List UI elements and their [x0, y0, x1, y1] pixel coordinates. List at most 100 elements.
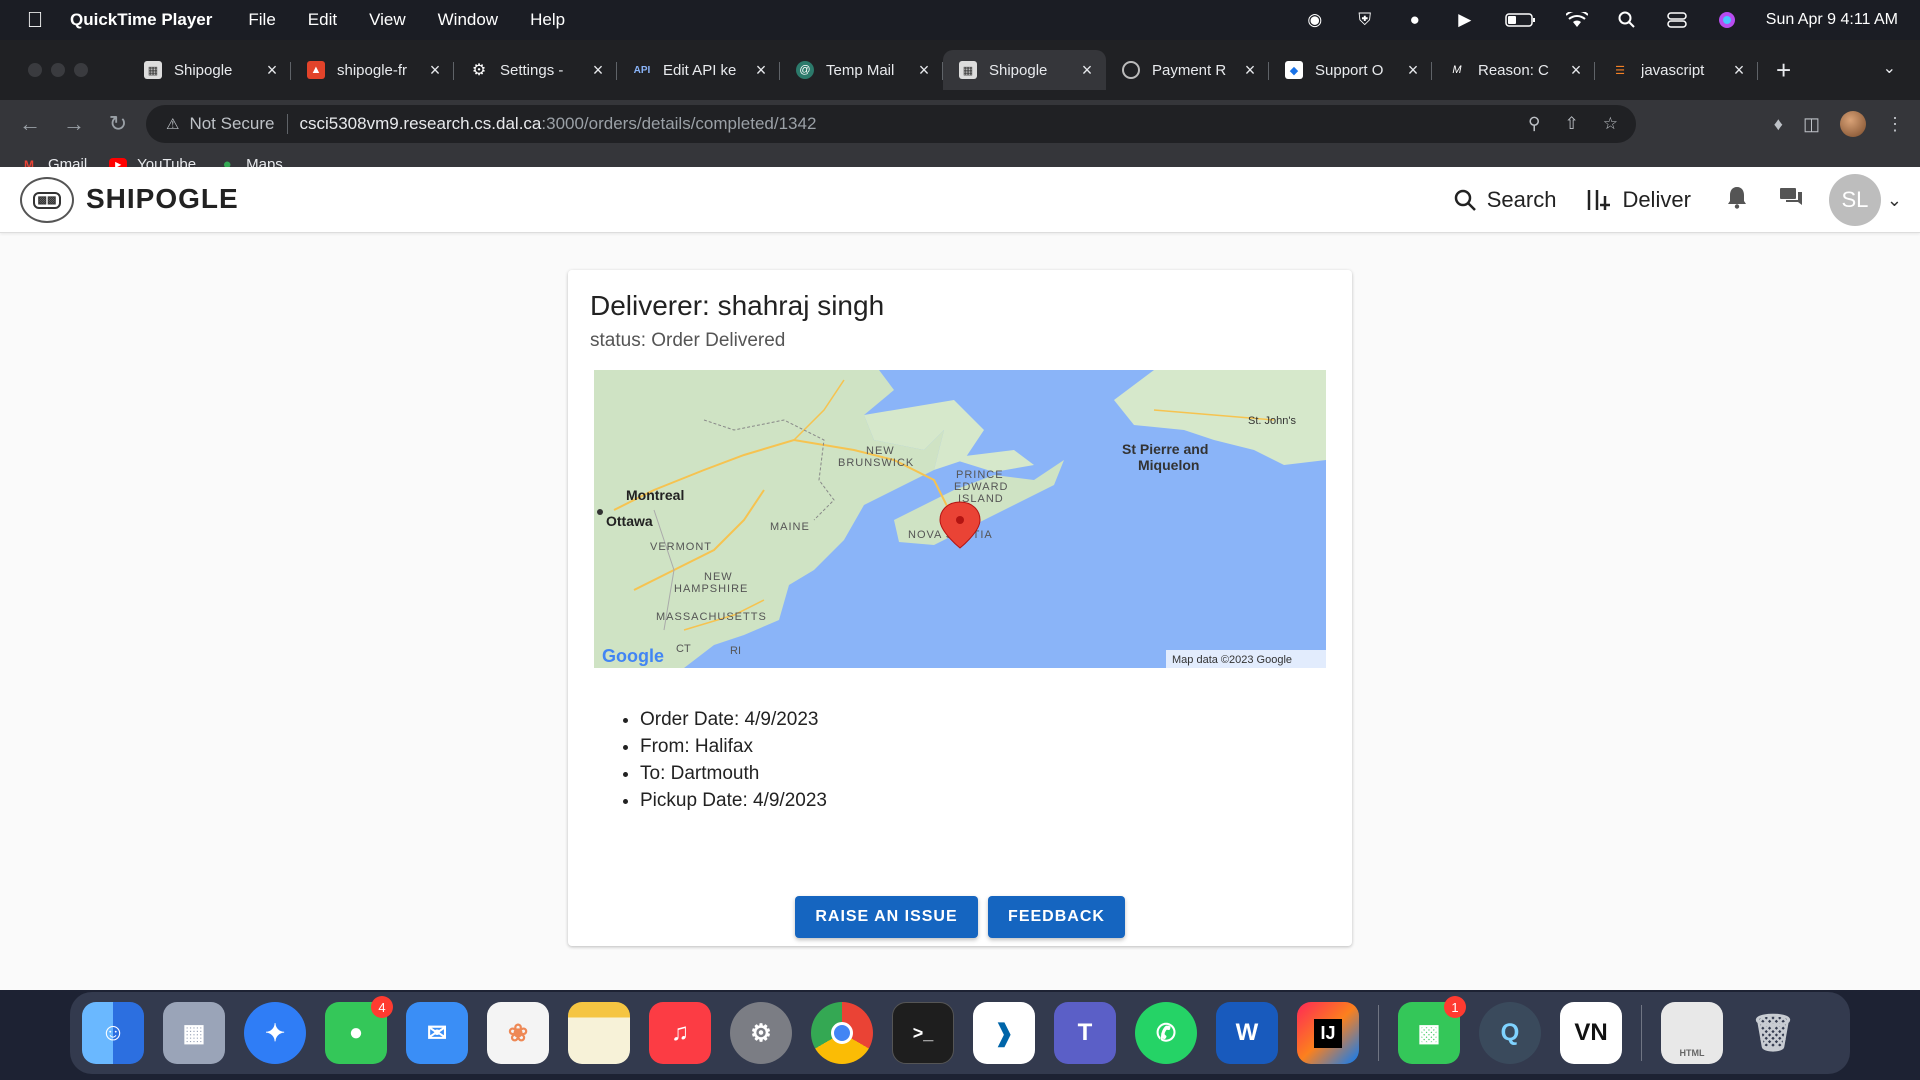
map-attribution[interactable]: Map data ©2023 Google: [1172, 654, 1292, 666]
address-bar[interactable]: ⚠ Not Secure csci5308vm9.research.cs.dal…: [146, 105, 1636, 143]
forward-arrow-icon[interactable]: →: [54, 111, 94, 137]
menu-help[interactable]: Help: [530, 10, 565, 30]
dock-system-settings[interactable]: ⚙: [730, 1002, 792, 1064]
siri-icon[interactable]: [1716, 11, 1738, 29]
dock-photos[interactable]: ❀: [487, 1002, 549, 1064]
gitlab-favicon-icon: ▲: [307, 61, 325, 79]
dock-intellij[interactable]: IJ: [1297, 1002, 1359, 1064]
tab-reason[interactable]: M Reason: C ×: [1432, 50, 1595, 90]
close-tab-icon[interactable]: ×: [752, 60, 770, 81]
not-secure-label[interactable]: Not Secure: [189, 114, 274, 134]
zoom-window-button[interactable]: [74, 63, 88, 77]
share-icon[interactable]: ⇧: [1565, 114, 1579, 134]
play-icon[interactable]: ▶: [1454, 10, 1476, 29]
close-tab-icon[interactable]: ×: [1567, 60, 1585, 81]
dock-teams[interactable]: T: [1054, 1002, 1116, 1064]
order-date: Order Date: 4/9/2023: [640, 706, 827, 733]
menu-app-name[interactable]: QuickTime Player: [70, 10, 212, 30]
minimize-window-button[interactable]: [51, 63, 65, 77]
wifi-icon[interactable]: [1565, 11, 1588, 29]
new-tab-button[interactable]: +: [1776, 55, 1791, 86]
dock-trash[interactable]: 🗑: [1742, 1002, 1804, 1064]
profile-avatar[interactable]: [1840, 111, 1866, 137]
tab-shipogle-1[interactable]: ▦ Shipogle ×: [128, 50, 291, 90]
user-avatar[interactable]: SL: [1828, 174, 1881, 226]
tab-support[interactable]: ◆ Support O ×: [1269, 50, 1432, 90]
close-tab-icon[interactable]: ×: [589, 60, 607, 81]
menu-edit[interactable]: Edit: [308, 10, 337, 30]
dock-quicktime[interactable]: Q: [1479, 1002, 1541, 1064]
map-label-st-johns: St. John's: [1248, 415, 1296, 427]
url-path: :3000/orders/details/completed/1342: [541, 114, 817, 133]
close-tab-icon[interactable]: ×: [263, 60, 281, 81]
dock-vscode[interactable]: ❱: [973, 1002, 1035, 1064]
star-bookmark-icon[interactable]: ☆: [1603, 114, 1618, 134]
route-map[interactable]: Montreal Ottawa NEW BRUNSWICK PRINCE EDW…: [594, 370, 1326, 668]
apple-menu-icon[interactable]: : [0, 7, 70, 33]
tab-shipogle-active[interactable]: ▦ Shipogle ×: [943, 50, 1106, 90]
extensions-puzzle-icon[interactable]: ♦: [1774, 114, 1783, 135]
control-center-icon[interactable]: [1666, 11, 1688, 29]
menu-view[interactable]: View: [369, 10, 406, 30]
tab-search-chevron-icon[interactable]: ⌄: [1883, 58, 1896, 78]
close-tab-icon[interactable]: ×: [426, 60, 444, 81]
close-tab-icon[interactable]: ×: [915, 60, 933, 81]
close-tab-icon[interactable]: ×: [1404, 60, 1422, 81]
dock-safari[interactable]: ✦: [244, 1002, 306, 1064]
dock-finder[interactable]: ☺: [82, 1002, 144, 1064]
reload-icon[interactable]: ↻: [98, 111, 138, 137]
side-panel-icon[interactable]: ◫: [1803, 114, 1820, 135]
back-arrow-icon[interactable]: ←: [10, 111, 50, 137]
headphones-icon[interactable]: ●: [1404, 10, 1426, 29]
close-tab-icon[interactable]: ×: [1730, 60, 1748, 81]
tab-edit-api[interactable]: API Edit API ke ×: [617, 50, 780, 90]
dock-launchpad[interactable]: ▦: [163, 1002, 225, 1064]
shield-icon[interactable]: ⛨: [1354, 10, 1376, 29]
close-tab-icon[interactable]: ×: [1241, 60, 1259, 81]
tab-temp-mail[interactable]: @ Temp Mail ×: [780, 50, 943, 90]
screen-record-icon[interactable]: ◉: [1304, 10, 1326, 29]
dock-whatsapp[interactable]: ✆: [1135, 1002, 1197, 1064]
dock-notes[interactable]: [568, 1002, 630, 1064]
nav-search-link[interactable]: Search: [1453, 187, 1556, 213]
dock-html-file[interactable]: HTML: [1661, 1002, 1723, 1064]
tab-javascript[interactable]: ☰ javascript ×: [1595, 50, 1758, 90]
warning-icon[interactable]: ⚠: [166, 115, 179, 133]
messages-badge: 4: [371, 996, 393, 1018]
menu-window[interactable]: Window: [438, 10, 498, 30]
menu-file[interactable]: File: [248, 10, 275, 30]
order-from: From: Halifax: [640, 733, 827, 760]
tab-payment[interactable]: Payment R ×: [1106, 50, 1269, 90]
tab-settings[interactable]: ⚙ Settings - ×: [454, 50, 617, 90]
dock-terminal[interactable]: >_: [892, 1002, 954, 1064]
raise-issue-button[interactable]: RAISE AN ISSUE: [795, 896, 978, 938]
feedback-button[interactable]: FEEDBACK: [988, 896, 1125, 938]
chat-messages-icon[interactable]: [1775, 185, 1807, 215]
phone-icon: ✆: [1155, 1019, 1177, 1047]
dock-chrome[interactable]: [811, 1002, 873, 1064]
facetime-badge: 1: [1444, 996, 1466, 1018]
site-brand[interactable]: SHIPOGLE: [86, 183, 239, 215]
shipogle-logo[interactable]: ▩▩: [20, 177, 74, 223]
map-label-ottawa: Ottawa: [606, 513, 653, 529]
order-status: status: Order Delivered: [590, 330, 786, 351]
dock-facetime[interactable]: ▩ 1: [1398, 996, 1466, 1064]
dock-messages[interactable]: ● 4: [325, 996, 393, 1064]
dock-vn[interactable]: VN: [1560, 1002, 1622, 1064]
chevron-down-icon[interactable]: ⌄: [1887, 190, 1902, 211]
menu-datetime[interactable]: Sun Apr 9 4:11 AM: [1766, 11, 1898, 29]
close-tab-icon[interactable]: ×: [1078, 60, 1096, 81]
medium-favicon-icon: M: [1452, 64, 1462, 76]
close-window-button[interactable]: [28, 63, 42, 77]
tab-gitlab[interactable]: ▲ shipogle-fr ×: [291, 50, 454, 90]
site-header: ▩▩ SHIPOGLE Search Deliver SL ⌄: [0, 167, 1920, 233]
dock-music[interactable]: ♫: [649, 1002, 711, 1064]
notifications-bell-icon[interactable]: [1721, 185, 1753, 215]
dock-mail[interactable]: ✉: [406, 1002, 468, 1064]
more-menu-icon[interactable]: ⋮: [1886, 114, 1904, 135]
dock-word[interactable]: W: [1216, 1002, 1278, 1064]
battery-icon[interactable]: [1504, 11, 1538, 29]
nav-deliver-link[interactable]: Deliver: [1586, 187, 1691, 213]
key-icon[interactable]: ⚲: [1528, 114, 1540, 134]
spotlight-search-icon[interactable]: [1616, 11, 1638, 29]
